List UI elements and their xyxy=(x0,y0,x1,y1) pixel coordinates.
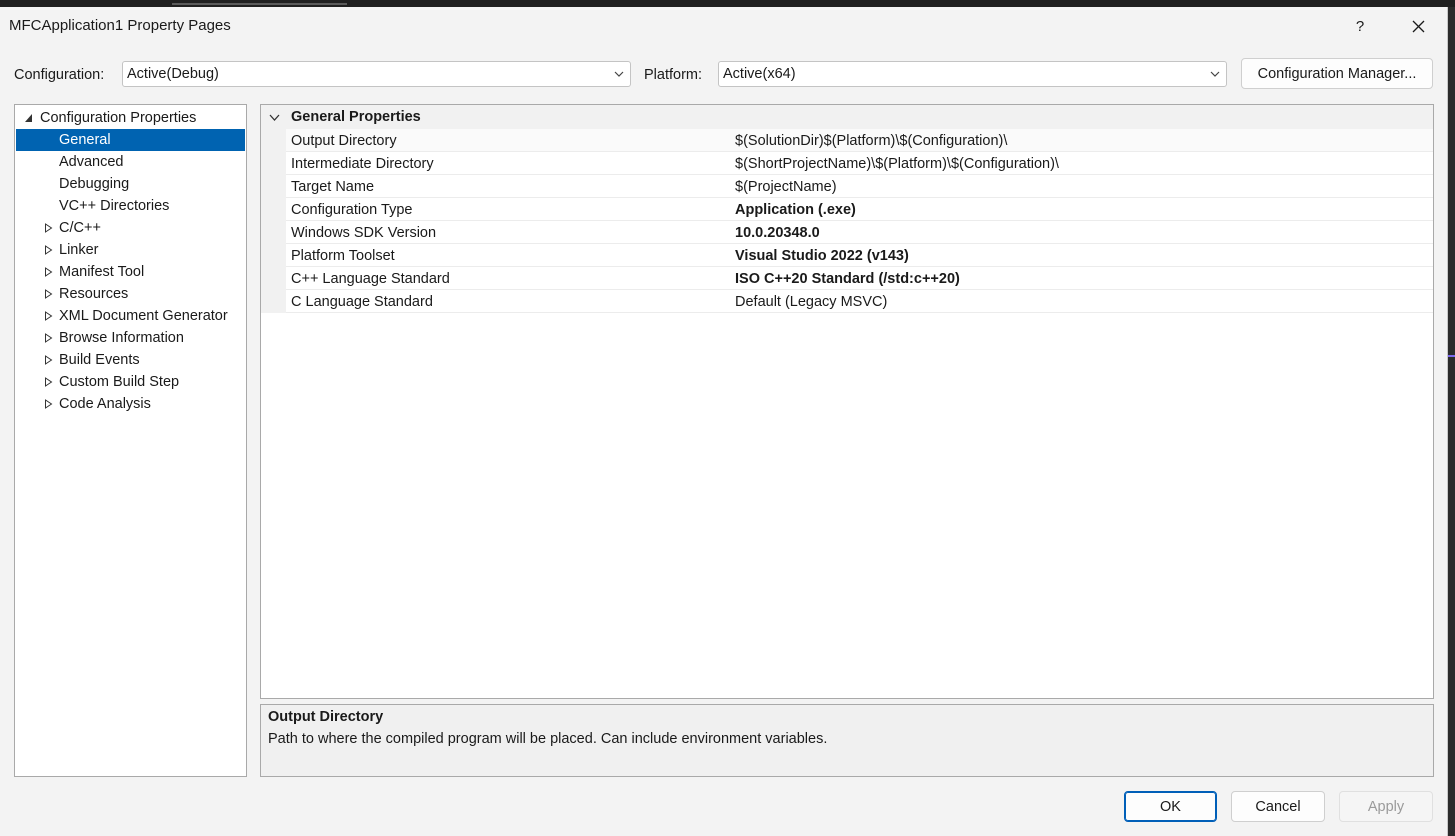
grid-gutter xyxy=(261,129,286,313)
property-name: C Language Standard xyxy=(291,294,433,310)
tree-item-label: Advanced xyxy=(59,154,124,170)
tree-item-label: C/C++ xyxy=(59,220,101,236)
configuration-label: Configuration: xyxy=(14,67,105,83)
collapsed-triangle-icon xyxy=(45,245,53,255)
description-text: Path to where the compiled program will … xyxy=(268,731,828,747)
configuration-dropdown[interactable]: Active(Debug) xyxy=(122,61,631,87)
platform-value: Active(x64) xyxy=(723,66,796,82)
cancel-button[interactable]: Cancel xyxy=(1231,791,1325,822)
property-row-intermediate-directory[interactable]: Intermediate Directory $(ShortProjectNam… xyxy=(286,152,1433,175)
tree-item-code-analysis[interactable]: Code Analysis xyxy=(16,393,245,415)
property-value[interactable]: 10.0.20348.0 xyxy=(735,225,820,241)
tree-item-label: Linker xyxy=(59,242,99,258)
description-title: Output Directory xyxy=(268,709,384,725)
tree-item-build-events[interactable]: Build Events xyxy=(16,349,245,371)
property-value[interactable]: $(ShortProjectName)\$(Platform)\$(Config… xyxy=(735,156,1059,172)
section-title: General Properties xyxy=(291,109,421,125)
property-pages-dialog: MFCApplication1 Property Pages ? Configu… xyxy=(0,7,1448,836)
property-row-windows-sdk-version[interactable]: Windows SDK Version 10.0.20348.0 xyxy=(286,221,1433,244)
apply-button[interactable]: Apply xyxy=(1339,791,1433,822)
tree-item-debugging[interactable]: Debugging xyxy=(16,173,245,195)
property-value[interactable]: ISO C++20 Standard (/std:c++20) xyxy=(735,271,960,287)
chevron-down-icon xyxy=(614,71,624,77)
property-tree[interactable]: Configuration Properties General Advance… xyxy=(14,104,247,777)
background-fragment xyxy=(1448,355,1455,357)
background-strip xyxy=(0,0,1455,7)
property-name: Platform Toolset xyxy=(291,248,395,264)
property-row-configuration-type[interactable]: Configuration Type Application (.exe) xyxy=(286,198,1433,221)
help-button[interactable]: ? xyxy=(1337,11,1383,41)
tree-item-label: Resources xyxy=(59,286,129,302)
property-name: Target Name xyxy=(291,179,375,195)
close-icon xyxy=(1412,20,1424,32)
configuration-value: Active(Debug) xyxy=(127,66,219,82)
collapsed-triangle-icon xyxy=(45,311,53,321)
chevron-down-icon xyxy=(269,114,280,121)
tree-item-custom-build-step[interactable]: Custom Build Step xyxy=(16,371,245,393)
property-name: Intermediate Directory xyxy=(291,156,434,172)
description-panel: Output Directory Path to where the compi… xyxy=(260,704,1434,777)
property-value[interactable]: Default (Legacy MSVC) xyxy=(735,294,887,310)
background-tab-line xyxy=(172,3,347,5)
collapsed-triangle-icon xyxy=(45,377,53,387)
tree-item-resources[interactable]: Resources xyxy=(16,283,245,305)
tree-item-label: Manifest Tool xyxy=(59,264,145,280)
property-row-cpp-language-standard[interactable]: C++ Language Standard ISO C++20 Standard… xyxy=(286,267,1433,290)
tree-item-label: Code Analysis xyxy=(59,396,151,412)
property-row-output-directory[interactable]: Output Directory $(SolutionDir)$(Platfor… xyxy=(286,129,1433,152)
chevron-down-icon xyxy=(1210,71,1220,77)
tree-item-xml-document-generator[interactable]: XML Document Generator xyxy=(16,305,245,327)
property-name: Configuration Type xyxy=(291,202,413,218)
property-name: Output Directory xyxy=(291,133,397,149)
property-value[interactable]: Application (.exe) xyxy=(735,202,856,218)
collapsed-triangle-icon xyxy=(45,289,53,299)
collapsed-triangle-icon xyxy=(45,333,53,343)
configuration-manager-button[interactable]: Configuration Manager... xyxy=(1241,58,1433,89)
tree-item-browse-information[interactable]: Browse Information xyxy=(16,327,245,349)
tree-item-label: Configuration Properties xyxy=(40,110,197,126)
tree-item-label: Build Events xyxy=(59,352,140,368)
section-header[interactable]: General Properties xyxy=(261,105,1433,129)
platform-label: Platform: xyxy=(644,67,703,83)
property-value[interactable]: $(ProjectName) xyxy=(735,179,837,195)
tree-item-label: Browse Information xyxy=(59,330,184,346)
tree-item-label: VC++ Directories xyxy=(59,198,170,214)
property-name: Windows SDK Version xyxy=(291,225,437,241)
collapsed-triangle-icon xyxy=(45,399,53,409)
property-value[interactable]: Visual Studio 2022 (v143) xyxy=(735,248,909,264)
tree-item-configuration-properties[interactable]: Configuration Properties xyxy=(16,107,245,129)
expanded-triangle-icon xyxy=(25,114,32,122)
window-title: MFCApplication1 Property Pages xyxy=(9,17,231,34)
collapsed-triangle-icon xyxy=(45,355,53,365)
property-row-target-name[interactable]: Target Name $(ProjectName) xyxy=(286,175,1433,198)
property-value[interactable]: $(SolutionDir)$(Platform)\$(Configuratio… xyxy=(735,133,1007,149)
ok-button[interactable]: OK xyxy=(1124,791,1217,822)
tree-item-linker[interactable]: Linker xyxy=(16,239,245,261)
tree-item-vc-directories[interactable]: VC++ Directories xyxy=(16,195,245,217)
tree-item-label: General xyxy=(59,132,111,148)
collapsed-triangle-icon xyxy=(45,267,53,277)
tree-item-label: Custom Build Step xyxy=(59,374,180,390)
close-button[interactable] xyxy=(1395,11,1441,41)
collapsed-triangle-icon xyxy=(45,223,53,233)
tree-item-c-cpp[interactable]: C/C++ xyxy=(16,217,245,239)
title-bar[interactable]: MFCApplication1 Property Pages ? xyxy=(0,7,1447,45)
property-name: C++ Language Standard xyxy=(291,271,450,287)
tree-item-label: XML Document Generator xyxy=(59,308,228,324)
tree-item-advanced[interactable]: Advanced xyxy=(16,151,245,173)
property-grid[interactable]: General Properties Output Directory $(So… xyxy=(260,104,1434,699)
tree-item-general[interactable]: General xyxy=(16,129,245,151)
property-row-platform-toolset[interactable]: Platform Toolset Visual Studio 2022 (v14… xyxy=(286,244,1433,267)
platform-dropdown[interactable]: Active(x64) xyxy=(718,61,1227,87)
tree-item-manifest-tool[interactable]: Manifest Tool xyxy=(16,261,245,283)
property-row-c-language-standard[interactable]: C Language Standard Default (Legacy MSVC… xyxy=(286,290,1433,313)
tree-item-label: Debugging xyxy=(59,176,130,192)
